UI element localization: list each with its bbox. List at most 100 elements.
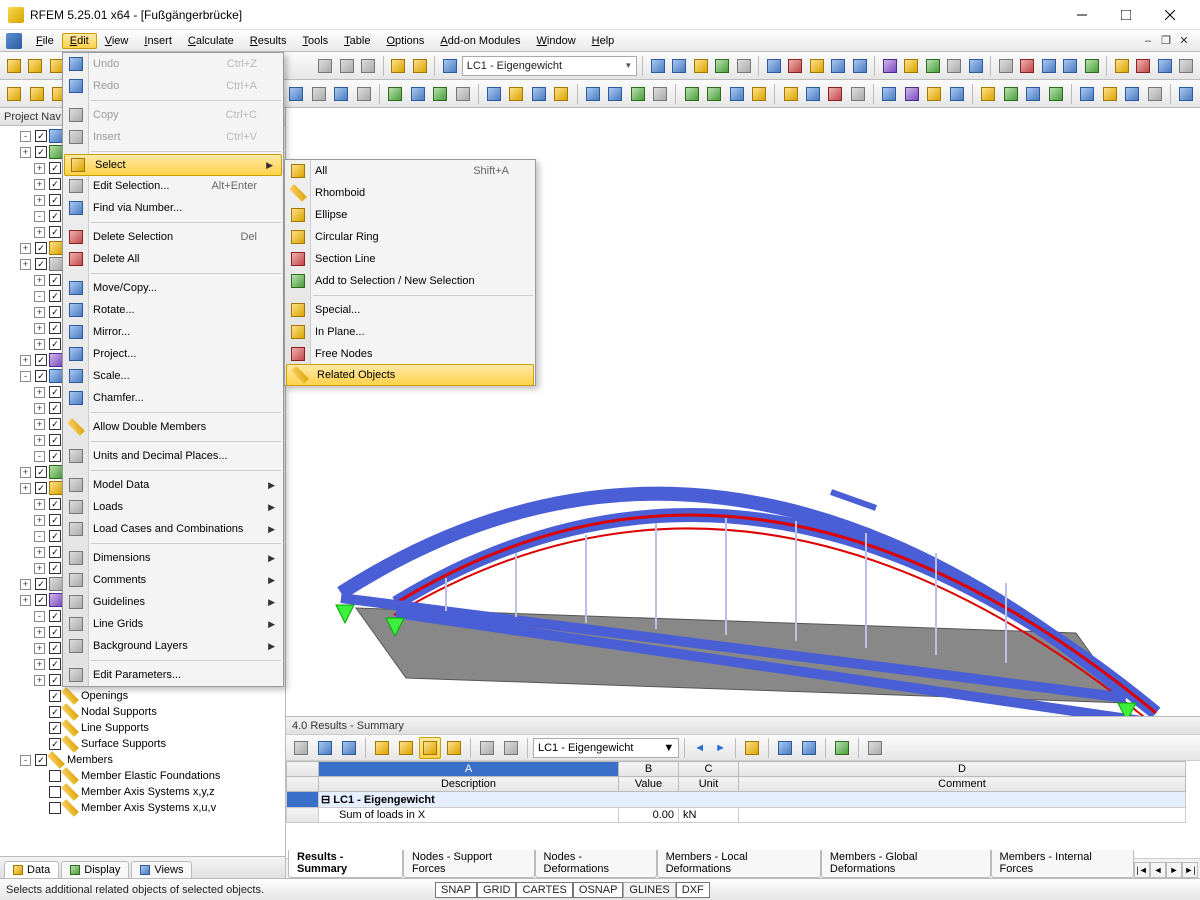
- tb2-btn12-icon[interactable]: [583, 83, 603, 105]
- results-sync-icon[interactable]: [419, 737, 441, 759]
- tb2-btn30-icon[interactable]: [1023, 83, 1043, 105]
- sel-icon[interactable]: [4, 83, 24, 105]
- edit-move-copy---[interactable]: Move/Copy...: [63, 277, 283, 299]
- tb2-btn23-icon[interactable]: [848, 83, 868, 105]
- tb2-btn14-icon[interactable]: [628, 83, 648, 105]
- tb2-btn5-icon[interactable]: [407, 83, 427, 105]
- tb2-btn3-icon[interactable]: [353, 83, 373, 105]
- toggle-grid[interactable]: GRID: [477, 882, 517, 898]
- select-add-to-selection---new-selection[interactable]: Add to Selection / New Selection: [285, 270, 535, 292]
- open-icon[interactable]: [25, 55, 44, 77]
- edit-allow-double-members[interactable]: Allow Double Members: [63, 416, 283, 438]
- tb2-btn9-icon[interactable]: [506, 83, 526, 105]
- edit-menu[interactable]: UndoCtrl+ZRedoCtrl+ACopyCtrl+CInsertCtrl…: [62, 52, 284, 687]
- tb1-btn18-icon[interactable]: [1060, 55, 1079, 77]
- results-view2-icon[interactable]: [500, 737, 522, 759]
- tb1-btn8-icon[interactable]: [828, 55, 847, 77]
- tb1-btn19-icon[interactable]: [1082, 55, 1101, 77]
- select-special---[interactable]: Special...: [285, 299, 535, 321]
- edit-background-layers[interactable]: Background Layers▶: [63, 635, 283, 657]
- tb1-btn7-icon[interactable]: [807, 55, 826, 77]
- tb1-btn1-icon[interactable]: [670, 55, 689, 77]
- select-free-nodes[interactable]: Free Nodes: [285, 343, 535, 365]
- tree-row-member-axis-systems-x-y-z[interactable]: Member Axis Systems x,y,z: [6, 784, 285, 800]
- edit-line-grids[interactable]: Line Grids▶: [63, 613, 283, 635]
- results-table[interactable]: ABCD DescriptionValueUnitComment ⊟ LC1 -…: [286, 761, 1186, 823]
- results-filter-icon[interactable]: [314, 737, 336, 759]
- edit-edit-parameters---[interactable]: Edit Parameters...: [63, 664, 283, 686]
- tb1-btn22-icon[interactable]: [1155, 55, 1174, 77]
- mdi-restore-icon[interactable]: ❐: [1158, 34, 1174, 48]
- results-export1-icon[interactable]: [774, 737, 796, 759]
- menu-view[interactable]: View: [97, 33, 137, 49]
- t2-icon[interactable]: [358, 55, 377, 77]
- select-rhomboid[interactable]: Rhomboid: [285, 182, 535, 204]
- results-tab-2[interactable]: Nodes - Deformations: [535, 850, 657, 878]
- toggle-cartes[interactable]: CARTES: [516, 882, 572, 898]
- results-tab-0[interactable]: Results - Summary: [288, 850, 403, 878]
- results-opt1-icon[interactable]: [443, 737, 465, 759]
- edit-mirror---[interactable]: Mirror...: [63, 321, 283, 343]
- edit-units-and-decimal-places---[interactable]: Units and Decimal Places...: [63, 445, 283, 467]
- results-tab-nav[interactable]: ►: [1166, 862, 1182, 878]
- tb1-btn4-icon[interactable]: [734, 55, 753, 77]
- edit-dimensions[interactable]: Dimensions▶: [63, 547, 283, 569]
- results-calc2-icon[interactable]: [864, 737, 886, 759]
- tb1-btn2-icon[interactable]: [691, 55, 710, 77]
- results-link2-icon[interactable]: [395, 737, 417, 759]
- edit-edit-selection---[interactable]: Edit Selection...Alt+Enter: [63, 175, 283, 197]
- nav-tab-data[interactable]: Data: [4, 861, 59, 878]
- tb2-btn20-icon[interactable]: [780, 83, 800, 105]
- maximize-button[interactable]: [1104, 0, 1148, 30]
- tb1-btn20-icon[interactable]: [1112, 55, 1131, 77]
- tb2-btn27-icon[interactable]: [947, 83, 967, 105]
- tb1-btn14-icon[interactable]: [966, 55, 985, 77]
- tg2-icon[interactable]: [410, 55, 429, 77]
- menu-window[interactable]: Window: [529, 33, 584, 49]
- tb2-btn15-icon[interactable]: [650, 83, 670, 105]
- edit-scale---[interactable]: Scale...: [63, 365, 283, 387]
- results-tab-1[interactable]: Nodes - Support Forces: [403, 850, 535, 878]
- tb2-btn25-icon[interactable]: [902, 83, 922, 105]
- tb2-btn7-icon[interactable]: [452, 83, 472, 105]
- tb2-btn35-icon[interactable]: [1144, 83, 1164, 105]
- tb2-btn11-icon[interactable]: [551, 83, 571, 105]
- menu-add-on-modules[interactable]: Add-on Modules: [432, 33, 528, 49]
- tb2-btn21-icon[interactable]: [803, 83, 823, 105]
- results-loadcase-combo[interactable]: LC1 - Eigengewicht▼: [533, 738, 679, 758]
- tb2-btn22-icon[interactable]: [825, 83, 845, 105]
- tb2-btn29-icon[interactable]: [1000, 83, 1020, 105]
- tb2-btn28-icon[interactable]: [978, 83, 998, 105]
- tb1-btn12-icon[interactable]: [923, 55, 942, 77]
- tree-row-members[interactable]: -✓Members: [6, 752, 285, 768]
- select-related-objects[interactable]: Related Objects: [286, 364, 534, 386]
- tb1-btn16-icon[interactable]: [1018, 55, 1037, 77]
- edit-guidelines[interactable]: Guidelines▶: [63, 591, 283, 613]
- results-export2-icon[interactable]: [798, 737, 820, 759]
- toggle-dxf[interactable]: DXF: [676, 882, 710, 898]
- new-icon[interactable]: [4, 55, 23, 77]
- edit-rotate---[interactable]: Rotate...: [63, 299, 283, 321]
- tb1-btn10-icon[interactable]: [880, 55, 899, 77]
- results-prev-icon[interactable]: ◄: [690, 742, 709, 754]
- toggle-glines[interactable]: GLINES: [623, 882, 675, 898]
- select-section-line[interactable]: Section Line: [285, 248, 535, 270]
- tb2-btn36-icon[interactable]: [1176, 83, 1196, 105]
- results-next-icon[interactable]: ►: [711, 742, 730, 754]
- edit-select[interactable]: Select▶: [64, 154, 282, 176]
- loadcase-combo[interactable]: LC1 - Eigengewicht▼: [462, 56, 638, 76]
- tb1-btn6-icon[interactable]: [786, 55, 805, 77]
- tb1-btn11-icon[interactable]: [902, 55, 921, 77]
- menu-help[interactable]: Help: [584, 33, 623, 49]
- results-tab-nav[interactable]: ►|: [1182, 862, 1198, 878]
- tb2-btn16-icon[interactable]: [681, 83, 701, 105]
- tb1-btn13-icon[interactable]: [944, 55, 963, 77]
- tb2-btn31-icon[interactable]: [1045, 83, 1065, 105]
- results-tab-3[interactable]: Members - Local Deformations: [657, 850, 821, 878]
- tb2-btn33-icon[interactable]: [1099, 83, 1119, 105]
- tb2-btn1-icon[interactable]: [308, 83, 328, 105]
- results-sort-icon[interactable]: [338, 737, 360, 759]
- mdi-close-icon[interactable]: ✕: [1176, 34, 1192, 48]
- results-view1-icon[interactable]: [476, 737, 498, 759]
- results-tab-4[interactable]: Members - Global Deformations: [821, 850, 991, 878]
